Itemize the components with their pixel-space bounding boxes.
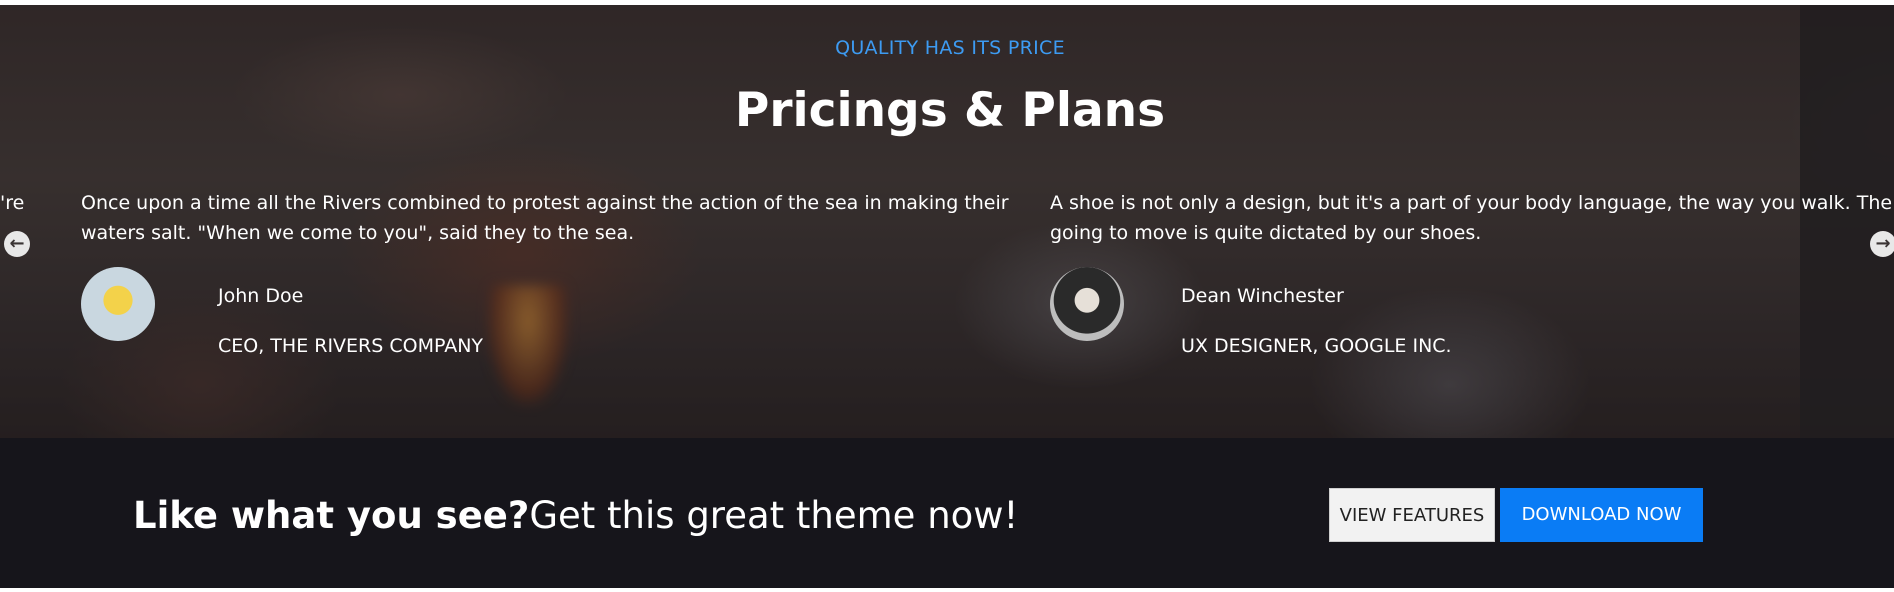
testimonial-quote: A shoe is not only a design, but it's a … <box>1050 188 1894 248</box>
view-features-button[interactable]: VIEW FEATURES <box>1329 488 1495 542</box>
quote-line: Once upon a time all the Rivers combined… <box>81 192 1009 214</box>
cta-bold-text: Like what you see? <box>133 494 530 537</box>
quote-line: going to move is quite dictated by our s… <box>1050 222 1482 244</box>
testimonial-author-name: John Doe <box>218 285 304 307</box>
cta-headline: Like what you see?Get this great theme n… <box>133 494 1018 537</box>
quote-line: A shoe is not only a design, but it's a … <box>1050 192 1894 214</box>
testimonial-author-role: CEO, THE RIVERS COMPANY <box>218 335 484 357</box>
cta-light-text: Get this great theme now! <box>529 494 1019 537</box>
call-to-action-bar: Like what you see?Get this great theme n… <box>0 438 1894 588</box>
testimonials-hero: QUALITY HAS ITS PRICE Pricings & Plans '… <box>0 5 1894 438</box>
avatar <box>81 267 155 341</box>
section-title: Pricings & Plans <box>734 83 1166 138</box>
download-now-button[interactable]: DOWNLOAD NOW <box>1500 488 1703 542</box>
avatar <box>1050 267 1124 341</box>
testimonial-author-role: UX DESIGNER, GOOGLE INC. <box>1181 335 1452 357</box>
testimonial-author-name: Dean Winchester <box>1181 285 1344 307</box>
testimonial-quote: Once upon a time all the Rivers combined… <box>81 188 1009 248</box>
quote-line: waters salt. "When we come to you", said… <box>81 222 635 244</box>
quote-line: 're <box>0 192 25 214</box>
carousel-prev-arrow-icon[interactable]: ← <box>4 231 30 257</box>
section-eyebrow: QUALITY HAS ITS PRICE <box>835 37 1065 59</box>
testimonial-quote-partial: 're <box>0 188 24 218</box>
carousel-next-arrow-icon[interactable]: → <box>1870 231 1894 257</box>
